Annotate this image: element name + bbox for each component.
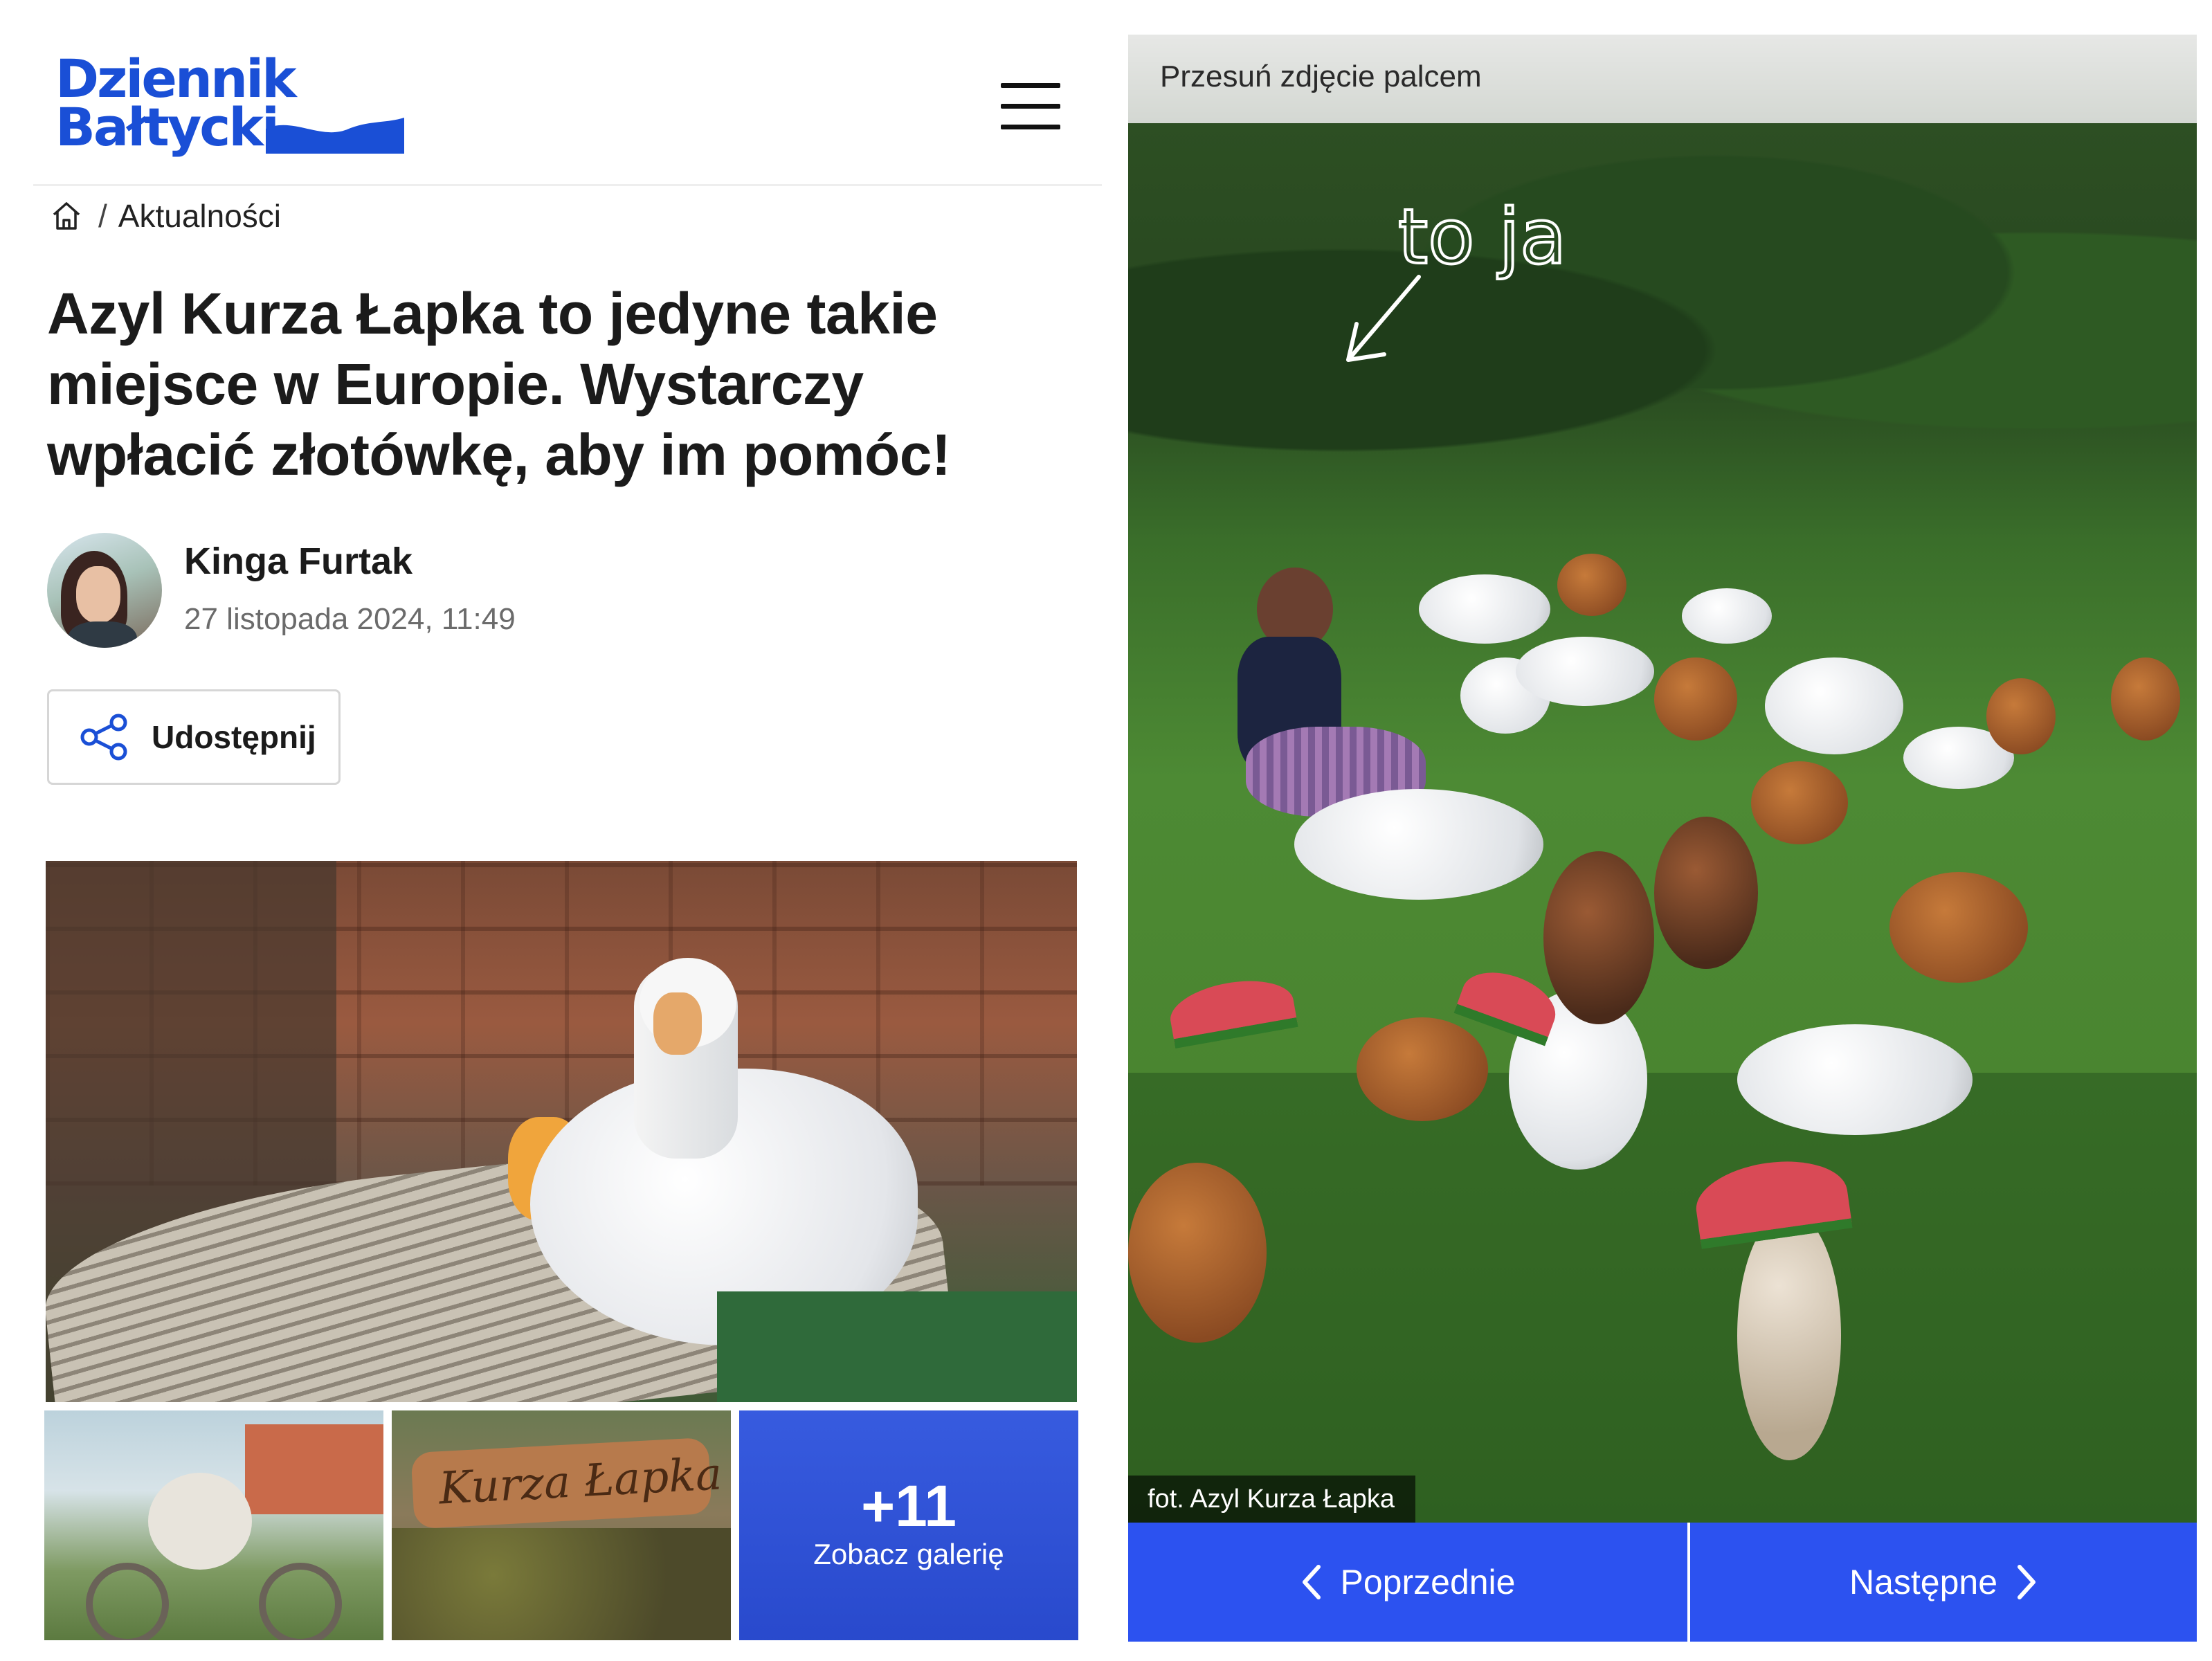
chevron-left-icon	[1302, 1565, 1321, 1599]
logo-wave-icon	[266, 118, 404, 154]
share-button-label: Udostępnij	[152, 719, 316, 755]
article-title: Azyl Kurza Łapka to jedyne takie miejsce…	[47, 281, 951, 487]
gallery-open-label: Zobacz galerię	[813, 1538, 1004, 1570]
swipe-hint-text: Przesuń zdjęcie palcem	[1160, 60, 1482, 93]
gallery-thumbnail-2[interactable]: Kurza Łapka	[392, 1410, 731, 1640]
gallery-more-thumbnail[interactable]: +11 Zobacz galerię	[739, 1410, 1078, 1640]
share-icon	[80, 714, 127, 761]
swipe-hint-bar: Przesuń zdjęcie palcem	[1128, 35, 2197, 123]
next-photo-label: Następne	[1849, 1563, 1998, 1601]
previous-photo-label: Poprzednie	[1340, 1563, 1516, 1601]
home-icon[interactable]	[50, 199, 83, 233]
next-photo-button[interactable]: Następne	[1690, 1523, 2197, 1642]
logo-text-line2: Bałtycki	[55, 96, 280, 158]
handwritten-note: to ja	[1398, 192, 1566, 281]
gallery-navigation: Poprzednie Następne	[1128, 1523, 2197, 1642]
breadcrumb: / Aktualności	[50, 195, 281, 237]
site-logo[interactable]: Dziennik Bałtycki	[55, 53, 404, 158]
gallery-thumbnail-1[interactable]	[44, 1410, 383, 1640]
breadcrumb-separator: /	[98, 198, 107, 234]
gallery-photo[interactable]: to ja	[1128, 35, 2197, 1523]
article-main-photo[interactable]	[46, 861, 1077, 1402]
publish-date: 27 listopada 2024, 11:49	[184, 602, 516, 636]
author-block: Kinga Furtak 27 listopada 2024, 11:49	[47, 533, 670, 651]
author-avatar[interactable]	[47, 533, 162, 648]
breadcrumb-category-link[interactable]: Aktualności	[118, 197, 281, 235]
article-page: Dziennik Bałtycki / Aktualności Azyl Kur…	[0, 0, 1107, 1661]
photo-credit: fot. Azyl Kurza Łapka	[1128, 1476, 1415, 1523]
author-name[interactable]: Kinga Furtak	[184, 540, 413, 583]
share-button[interactable]: Udostępnij	[47, 689, 341, 785]
header-divider	[33, 184, 1102, 186]
handwritten-arrow-annotation: to ja	[1346, 191, 1568, 362]
previous-photo-button[interactable]: Poprzednie	[1128, 1523, 1687, 1642]
chevron-right-icon	[2018, 1565, 2036, 1599]
hamburger-menu-icon[interactable]	[1001, 83, 1063, 133]
gallery-more-count: +11	[861, 1473, 957, 1539]
gallery-viewer: to ja Przesuń zdjęcie palcem fot. Azyl K…	[1128, 35, 2197, 1642]
